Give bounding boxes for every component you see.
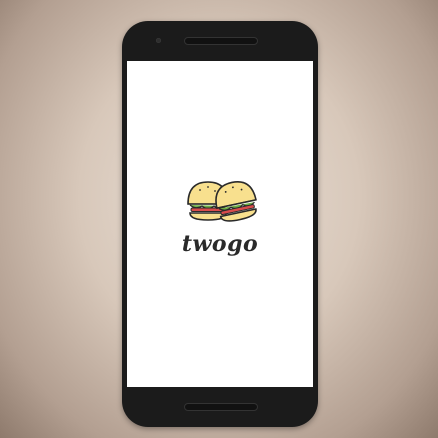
phone-frame: twogo [122,21,318,427]
bottom-speaker [184,403,258,411]
burger-pair-icon [187,180,257,222]
splash-screen: twogo [127,61,313,387]
top-speaker [184,37,258,45]
front-camera [156,38,161,43]
app-name-wordmark: twogo [181,231,259,257]
